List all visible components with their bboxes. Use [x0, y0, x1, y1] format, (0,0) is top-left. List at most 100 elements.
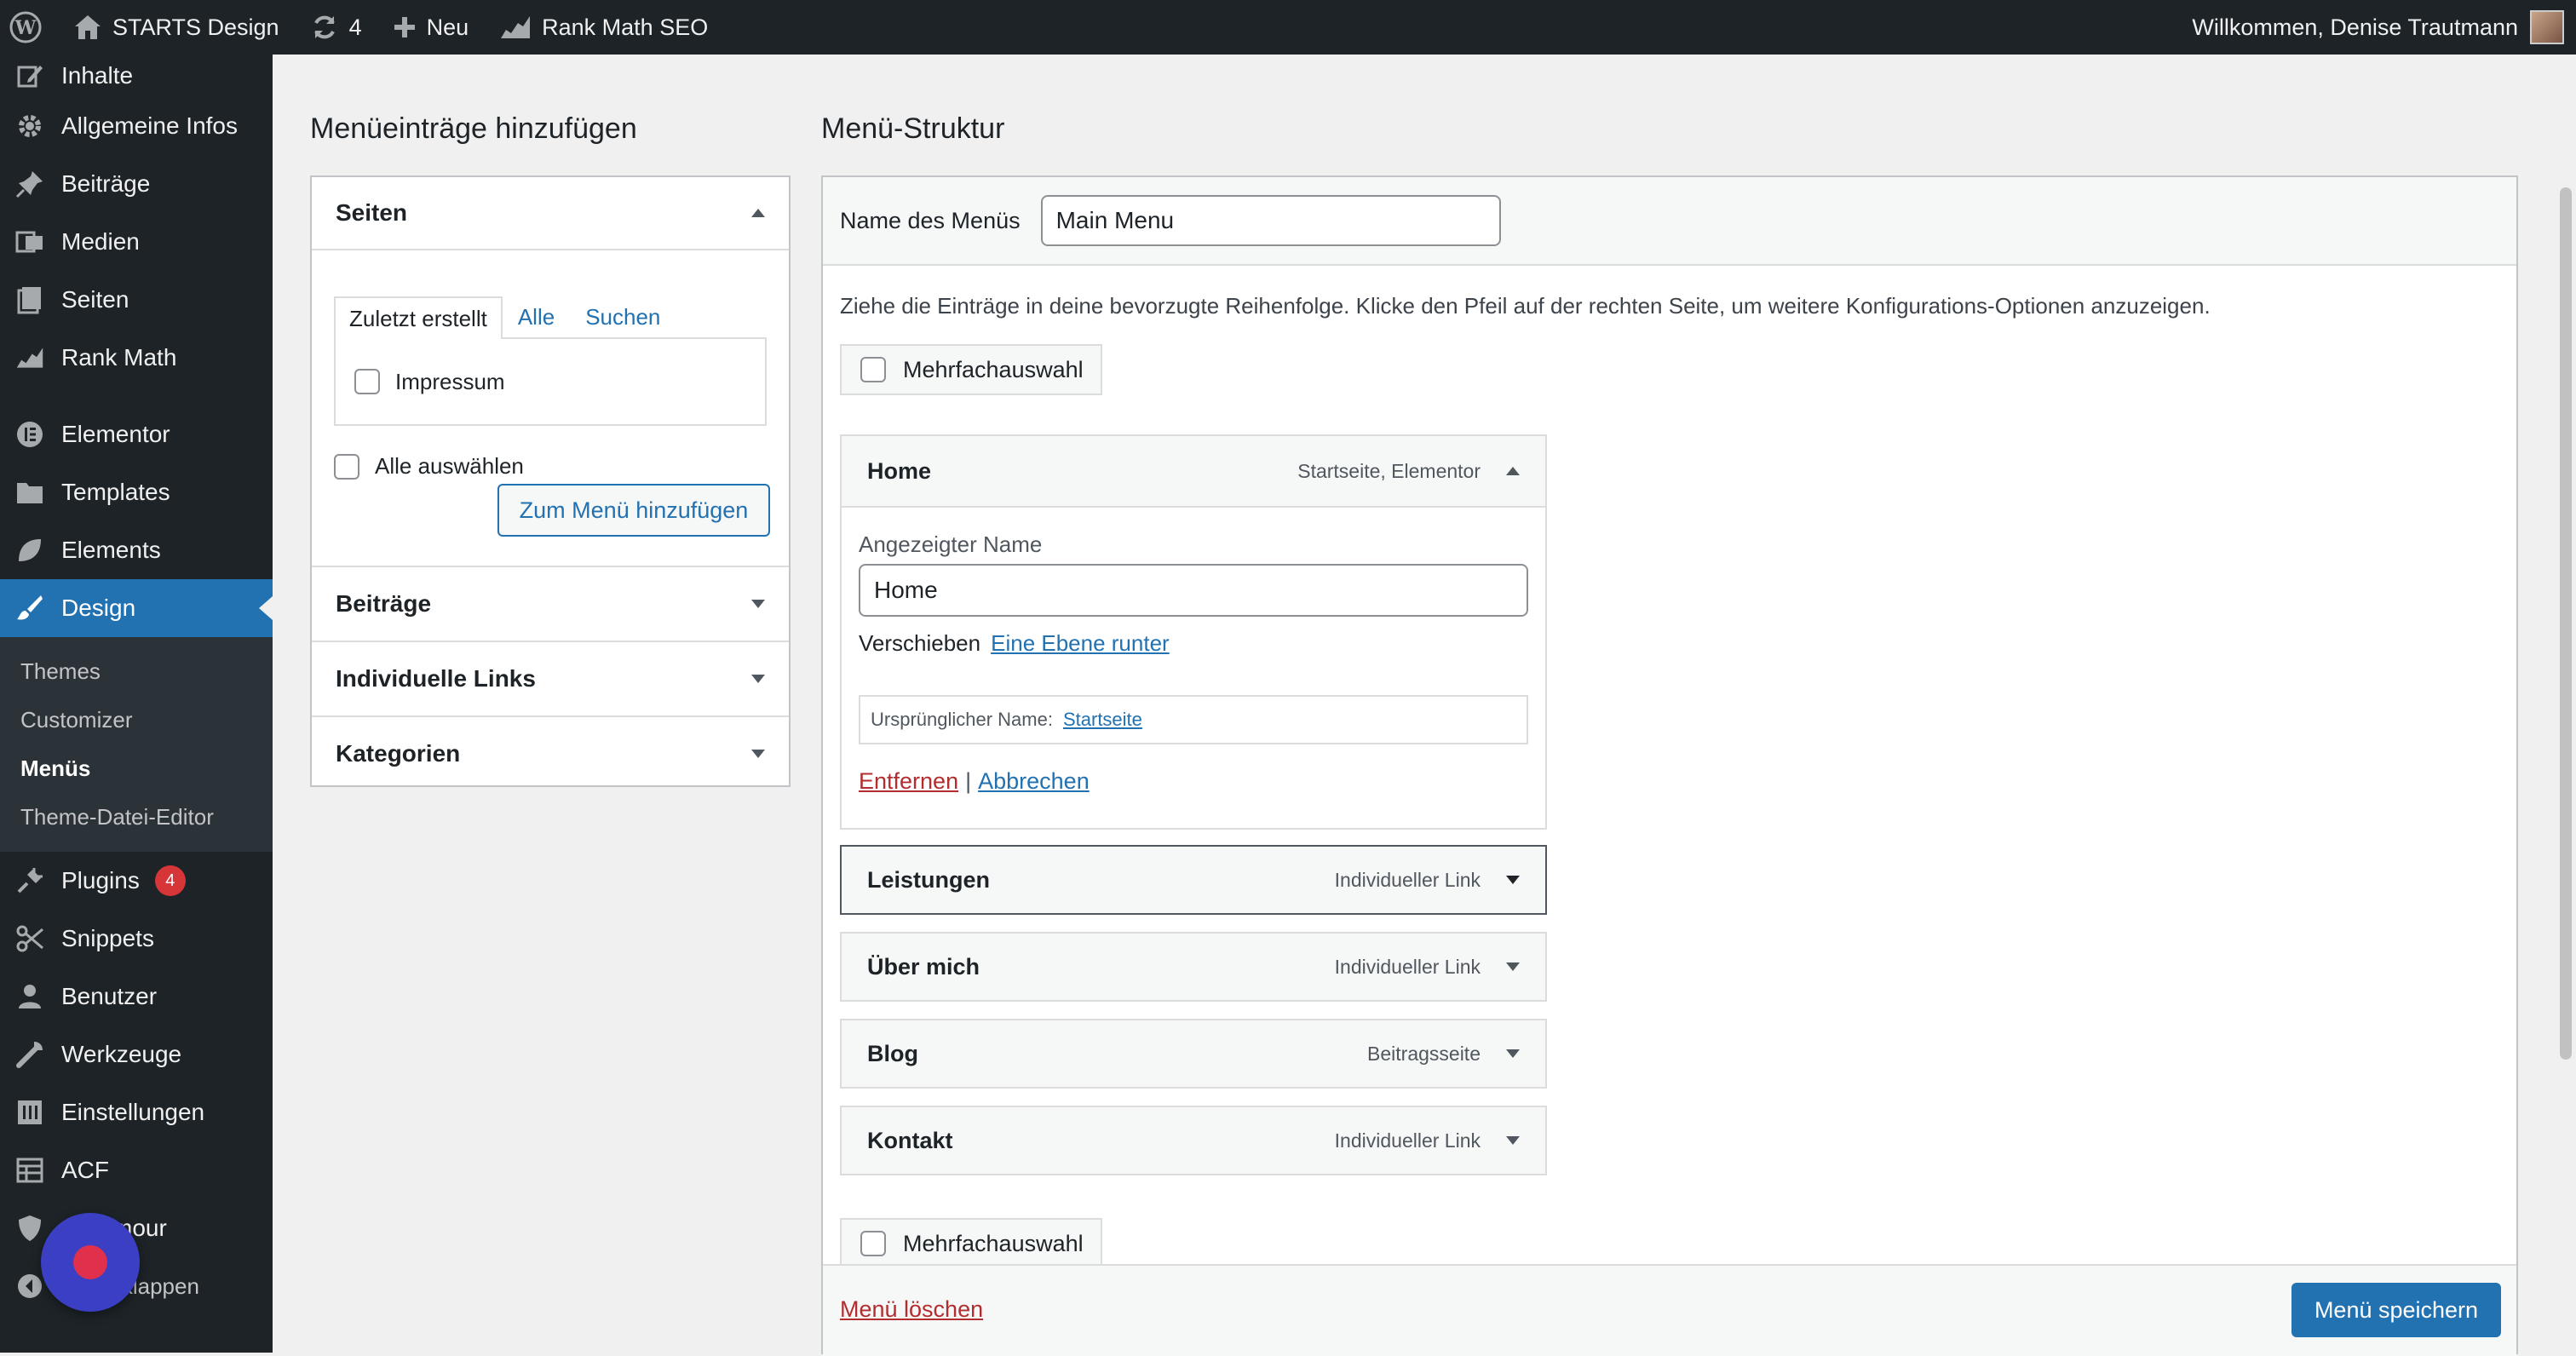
- tab-search[interactable]: Suchen: [570, 296, 676, 337]
- pages-section-title: Seiten: [336, 199, 408, 226]
- posts-section-header[interactable]: Beiträge: [312, 567, 789, 642]
- submenu-item-theme-editor[interactable]: Theme-Datei-Editor: [0, 793, 273, 842]
- item-actions: Entfernen | Abbrechen: [859, 768, 1090, 795]
- sidebar-item-label: Snippets: [61, 925, 154, 951]
- new-content-link[interactable]: Neu: [377, 0, 485, 55]
- my-account[interactable]: Willkommen, Denise Trautmann: [2192, 10, 2576, 44]
- remove-link[interactable]: Entfernen: [859, 768, 958, 795]
- edit-icon: [14, 60, 46, 92]
- design-submenu: Themes Customizer Menüs Theme-Datei-Edit…: [0, 637, 273, 852]
- svg-text:W: W: [14, 17, 37, 39]
- sidebar-item-label: Benutzer: [61, 983, 158, 1009]
- collapse-arrow-icon[interactable]: [1506, 467, 1520, 475]
- delete-menu-link[interactable]: Menü löschen: [840, 1296, 983, 1323]
- sidebar-item-acf[interactable]: ACF: [0, 1141, 273, 1199]
- bulk-select-checkbox[interactable]: [860, 357, 886, 382]
- menu-item-kontakt[interactable]: Kontakt Individueller Link: [840, 1106, 1547, 1175]
- elementor-icon: [14, 418, 46, 451]
- expand-arrow-icon[interactable]: [1506, 962, 1520, 971]
- bulk-select-bottom[interactable]: Mehrfachauswahl: [840, 1218, 1102, 1269]
- sidebar-item-design[interactable]: Design: [0, 579, 273, 637]
- posts-section-title: Beiträge: [336, 590, 432, 617]
- sidebar-item-werkzeuge[interactable]: Werkzeuge: [0, 1026, 273, 1083]
- sidebar-item-elements[interactable]: Elements: [0, 521, 273, 579]
- select-all-label: Alle auswählen: [375, 453, 524, 479]
- sidebar-item-elementor[interactable]: Elementor: [0, 405, 273, 463]
- sidebar-item-plugins[interactable]: Plugins 4: [0, 852, 273, 910]
- gear-icon: [14, 110, 46, 142]
- categories-section-header[interactable]: Kategorien: [312, 717, 789, 790]
- greeting: Willkommen, Denise Trautmann: [2192, 14, 2518, 40]
- site-name-link[interactable]: STARTS Design: [58, 0, 295, 55]
- sidebar-item-einstellungen[interactable]: Einstellungen: [0, 1083, 273, 1141]
- sidebar-item-seiten[interactable]: Seiten: [0, 271, 273, 329]
- scrollbar-thumb[interactable]: [2560, 187, 2572, 1060]
- bulk-select-checkbox[interactable]: [860, 1231, 886, 1256]
- sidebar-item-templates[interactable]: Templates: [0, 463, 273, 521]
- drag-instructions: Ziehe die Einträge in deine bevorzugte R…: [840, 293, 2211, 319]
- original-name-link[interactable]: Startseite: [1063, 709, 1142, 731]
- record-dot-icon: [73, 1245, 107, 1279]
- paintbrush-icon: [14, 592, 46, 624]
- sidebar-item-snippets[interactable]: Snippets: [0, 910, 273, 968]
- pages-section-header[interactable]: Seiten: [312, 177, 789, 250]
- submenu-item-customizer[interactable]: Customizer: [0, 696, 273, 744]
- save-menu-button[interactable]: Menü speichern: [2291, 1283, 2501, 1337]
- menu-structure-heading: Menü-Struktur: [821, 112, 1005, 145]
- expand-arrow-icon[interactable]: [751, 600, 765, 608]
- bulk-select-top[interactable]: Mehrfachauswahl: [840, 344, 1102, 395]
- pages-tabs: Zuletzt erstellt Alle Suchen Impressum: [334, 295, 767, 426]
- page-scrollbar[interactable]: [2556, 55, 2576, 1353]
- submenu-item-menues[interactable]: Menüs: [0, 744, 273, 793]
- sidebar-item-label: Allgemeine Infos: [61, 112, 239, 139]
- expand-arrow-icon[interactable]: [1506, 876, 1520, 884]
- display-name-label: Angezeigter Name: [859, 531, 1043, 557]
- tab-recent[interactable]: Zuletzt erstellt: [334, 296, 503, 339]
- menu-item-type: Individueller Link: [1334, 955, 1481, 978]
- move-down-link[interactable]: Eine Ebene runter: [991, 630, 1170, 657]
- sidebar-item-label: Seiten: [61, 286, 129, 313]
- menu-item-home-bar[interactable]: Home Startseite, Elementor: [842, 436, 1545, 508]
- rankmath-label: Rank Math SEO: [542, 14, 709, 40]
- plus-icon: [394, 17, 415, 37]
- custom-links-section-header[interactable]: Individuelle Links: [312, 642, 789, 717]
- expand-arrow-icon[interactable]: [1506, 1136, 1520, 1145]
- menu-name-label: Name des Menüs: [840, 207, 1021, 233]
- sidebar-item-benutzer[interactable]: Benutzer: [0, 968, 273, 1026]
- updates-count: 4: [348, 14, 362, 40]
- sidebar-item-inhalte[interactable]: Inhalte: [0, 55, 273, 97]
- folder-icon: [14, 476, 46, 508]
- sidebar-item-label: Inhalte: [61, 62, 134, 89]
- select-all-checkbox[interactable]: [334, 453, 359, 480]
- wrench-icon: [14, 1038, 46, 1071]
- wordpress-logo[interactable]: W: [0, 0, 58, 55]
- submenu-item-themes[interactable]: Themes: [0, 647, 273, 696]
- plugins-update-badge: 4: [154, 865, 186, 896]
- add-to-menu-button[interactable]: Zum Menü hinzufügen: [497, 484, 770, 537]
- refresh-icon: [313, 15, 335, 39]
- collapse-arrow-icon[interactable]: [751, 209, 765, 217]
- page-checkbox-impressum[interactable]: [354, 369, 380, 394]
- menu-item-leistungen[interactable]: Leistungen Individueller Link: [840, 845, 1547, 915]
- menu-item-blog[interactable]: Blog Beitragsseite: [840, 1019, 1547, 1089]
- sidebar-item-rank-math[interactable]: Rank Math: [0, 329, 273, 387]
- tab-all[interactable]: Alle: [503, 296, 570, 337]
- expand-arrow-icon[interactable]: [1506, 1049, 1520, 1058]
- home-icon: [75, 15, 101, 39]
- sidebar-item-medien[interactable]: Medien: [0, 213, 273, 271]
- expand-arrow-icon[interactable]: [751, 675, 765, 683]
- sidebar-item-allgemeine-infos[interactable]: Allgemeine Infos: [0, 97, 273, 155]
- rankmath-link[interactable]: Rank Math SEO: [484, 0, 723, 55]
- display-name-input[interactable]: Home: [859, 564, 1528, 617]
- sidebar-item-beitraege[interactable]: Beiträge: [0, 155, 273, 213]
- updates-link[interactable]: 4: [295, 0, 377, 55]
- sidebar-item-label: Medien: [61, 228, 140, 255]
- cancel-link[interactable]: Abbrechen: [978, 768, 1090, 795]
- menu-name-input[interactable]: Main Menu: [1040, 195, 1501, 246]
- record-button[interactable]: [41, 1213, 140, 1312]
- expand-arrow-icon[interactable]: [751, 750, 765, 758]
- site-name: STARTS Design: [112, 14, 279, 40]
- bulk-select-label: Mehrfachauswahl: [903, 356, 1084, 382]
- settings-icon: [14, 1096, 46, 1129]
- menu-item-ueber-mich[interactable]: Über mich Individueller Link: [840, 932, 1547, 1002]
